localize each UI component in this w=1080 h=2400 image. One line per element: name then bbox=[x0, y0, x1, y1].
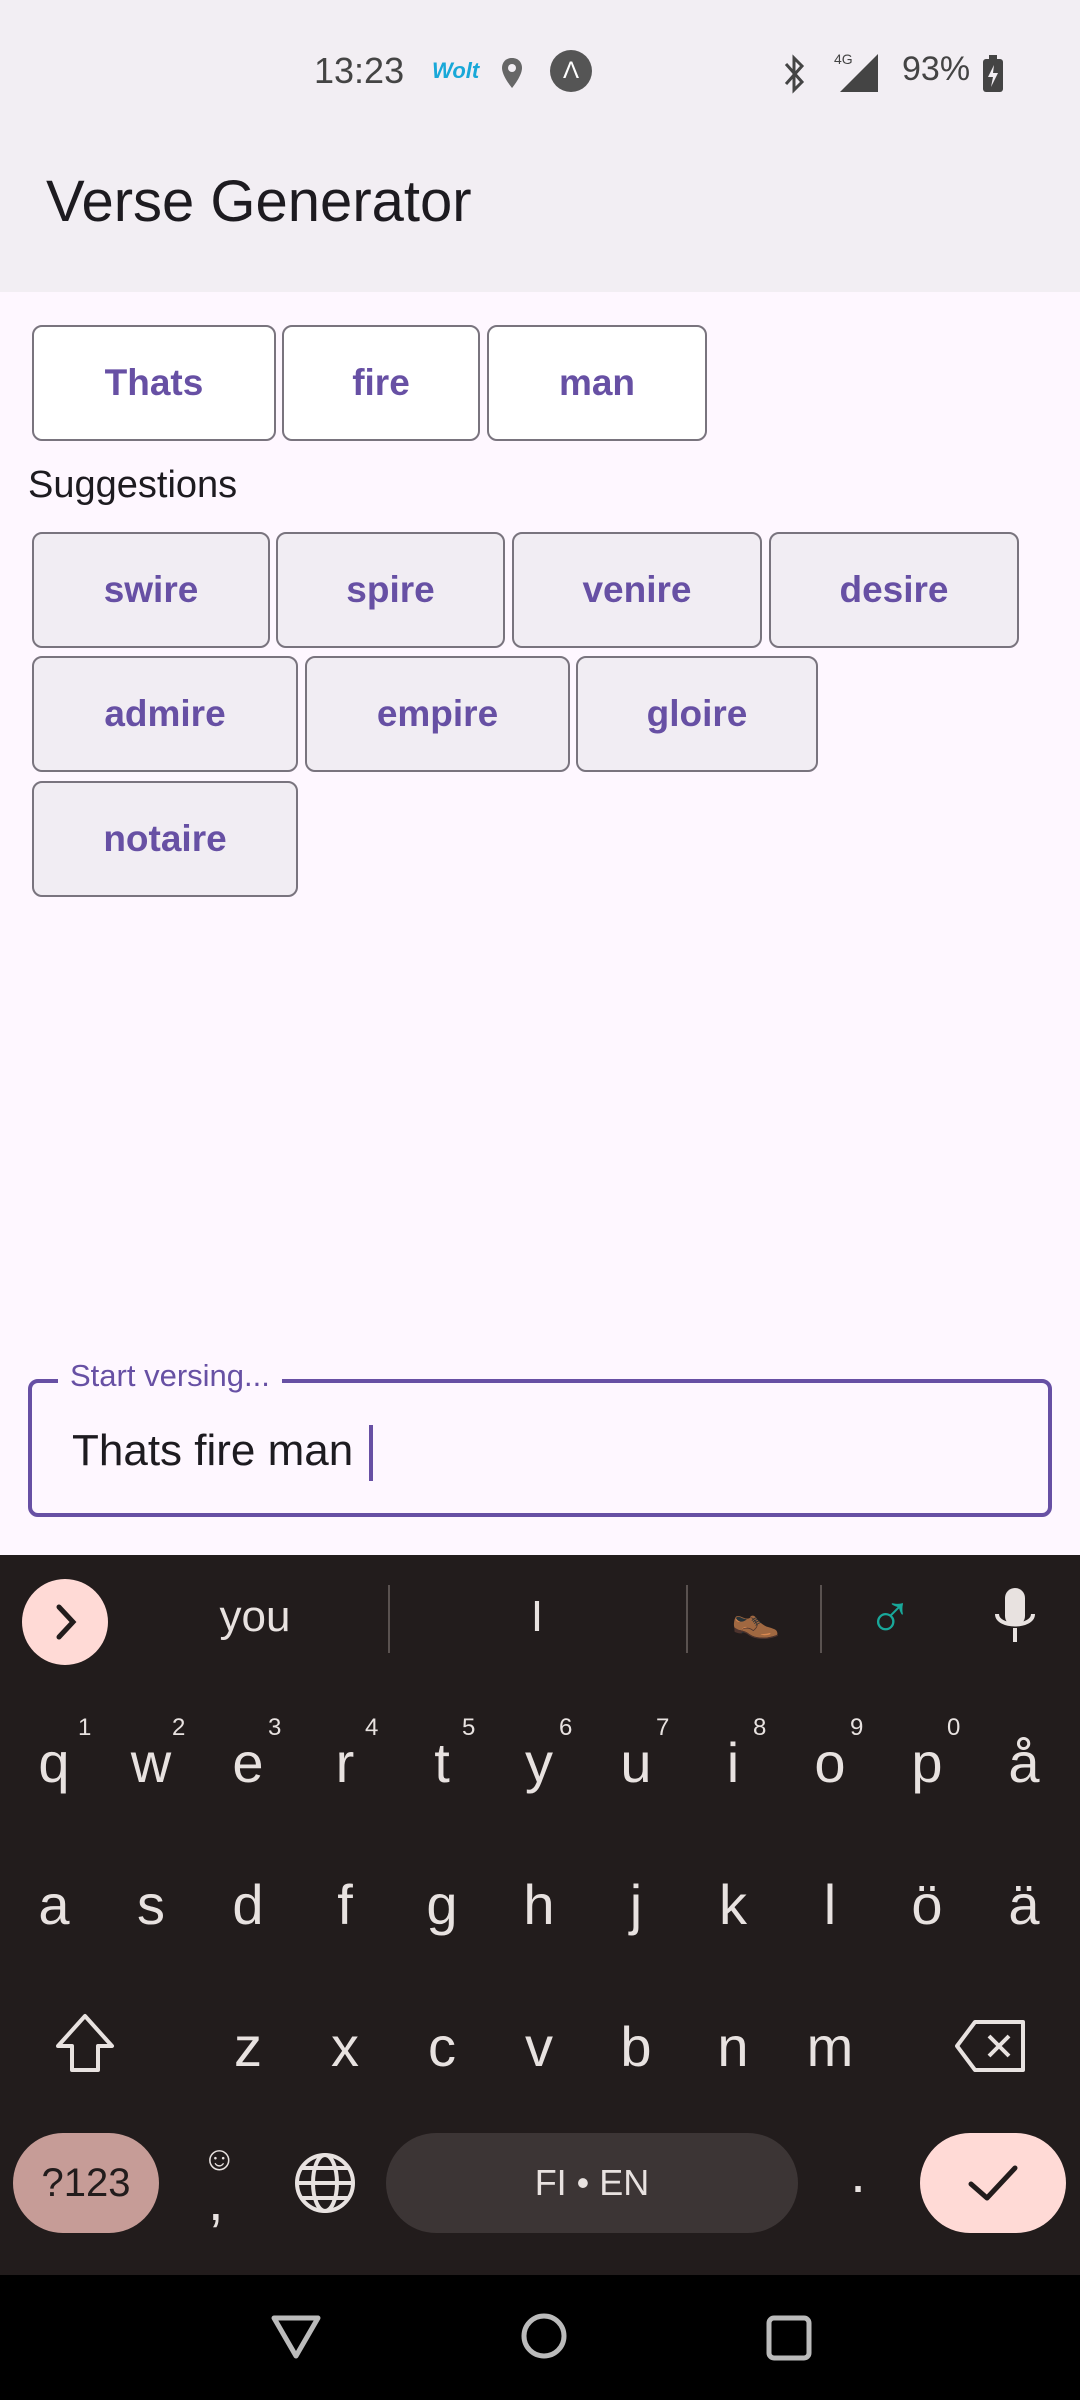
verse-input-value[interactable]: Thats fire man bbox=[72, 1426, 353, 1476]
suggestion-chip[interactable]: spire bbox=[276, 532, 505, 648]
status-time: 13:23 bbox=[314, 50, 405, 91]
emoji-suggestion-shoe[interactable]: 👞 bbox=[706, 1594, 806, 1641]
space-bar[interactable]: FI • EN bbox=[386, 2133, 798, 2233]
key-p[interactable]: p bbox=[879, 1730, 975, 1795]
period-key[interactable]: . bbox=[810, 2140, 906, 2205]
microphone-icon[interactable] bbox=[990, 1584, 1040, 1654]
chevron-right-icon bbox=[56, 1604, 77, 1640]
key-c[interactable]: c bbox=[394, 2014, 490, 2079]
key-z[interactable]: z bbox=[200, 2014, 296, 2079]
suggestion-chip-label: spire bbox=[346, 569, 435, 610]
wolt-notification-icon: Wolt bbox=[432, 58, 480, 83]
checkmark-icon bbox=[968, 2165, 1018, 2201]
suggestion-divider bbox=[686, 1585, 688, 1653]
key-hint: 5 bbox=[462, 1714, 476, 1741]
key-u[interactable]: u bbox=[588, 1730, 684, 1795]
comma-key-label: , bbox=[208, 2169, 224, 2232]
suggestion-chip-label: desire bbox=[839, 569, 949, 610]
network-type: 4G bbox=[834, 51, 853, 67]
emoji-suggestion-male-sign[interactable]: ♂ bbox=[840, 1582, 940, 1653]
suggestion-chip[interactable]: swire bbox=[32, 532, 270, 648]
suggestion-chip[interactable]: venire bbox=[512, 532, 762, 648]
key-s[interactable]: s bbox=[103, 1872, 199, 1937]
key-m[interactable]: m bbox=[782, 2014, 878, 2079]
key-hint: 4 bbox=[365, 1714, 379, 1741]
word-chip-label: man bbox=[558, 362, 636, 403]
signal-icon: 4G bbox=[834, 51, 878, 92]
key-hint: 7 bbox=[656, 1714, 670, 1741]
key-hint: 8 bbox=[753, 1714, 767, 1741]
space-bar-label: FI • EN bbox=[534, 2162, 650, 2203]
key-hint: 6 bbox=[559, 1714, 573, 1741]
suggestion-chip[interactable]: notaire bbox=[32, 781, 298, 897]
key-l[interactable]: l bbox=[782, 1872, 878, 1937]
app-notification-icon: Λ bbox=[550, 50, 592, 92]
symbols-key-label: ?123 bbox=[41, 2160, 131, 2205]
comma-key[interactable]: ☺ , bbox=[190, 2140, 250, 2232]
key-g[interactable]: g bbox=[394, 1872, 490, 1937]
recents-icon[interactable] bbox=[764, 2313, 814, 2363]
bluetooth-icon bbox=[784, 54, 805, 94]
word-chip[interactable]: Thats bbox=[32, 325, 276, 441]
key-v[interactable]: v bbox=[491, 2014, 587, 2079]
key-o-umlaut[interactable]: ö bbox=[879, 1872, 975, 1937]
word-chip-label: Thats bbox=[104, 362, 204, 403]
location-icon bbox=[502, 58, 522, 88]
key-hint: 0 bbox=[947, 1714, 961, 1741]
word-chip[interactable]: man bbox=[487, 325, 707, 441]
home-icon[interactable] bbox=[519, 2311, 569, 2361]
suggestion-chip-label: notaire bbox=[103, 818, 227, 859]
battery-percent: 93% bbox=[902, 50, 971, 88]
key-hint: 3 bbox=[268, 1714, 282, 1741]
key-a-ring[interactable]: å bbox=[976, 1730, 1072, 1795]
keyboard-suggestion[interactable]: you bbox=[150, 1592, 360, 1642]
suggestion-divider bbox=[820, 1585, 822, 1653]
key-hint: 2 bbox=[172, 1714, 186, 1741]
key-k[interactable]: k bbox=[685, 1872, 781, 1937]
suggestion-chip[interactable]: empire bbox=[305, 656, 570, 772]
key-a-umlaut[interactable]: ä bbox=[976, 1872, 1072, 1937]
key-y[interactable]: y bbox=[491, 1730, 587, 1795]
suggestion-chip[interactable]: admire bbox=[32, 656, 298, 772]
key-n[interactable]: n bbox=[685, 2014, 781, 2079]
suggestion-chip-label: gloire bbox=[646, 693, 748, 734]
suggestion-chip-label: venire bbox=[582, 569, 692, 610]
suggestions-heading: Suggestions bbox=[28, 464, 238, 506]
battery-charging-icon bbox=[983, 55, 1003, 92]
key-hint: 9 bbox=[850, 1714, 864, 1741]
enter-key[interactable] bbox=[920, 2133, 1066, 2233]
suggestion-chip[interactable]: desire bbox=[769, 532, 1019, 648]
key-j[interactable]: j bbox=[588, 1872, 684, 1937]
suggestion-divider bbox=[388, 1585, 390, 1653]
verse-input-label: Start versing... bbox=[58, 1358, 282, 1394]
key-r[interactable]: r bbox=[297, 1730, 393, 1795]
key-x[interactable]: x bbox=[297, 2014, 393, 2079]
key-b[interactable]: b bbox=[588, 2014, 684, 2079]
backspace-icon[interactable] bbox=[953, 2016, 1029, 2076]
key-e[interactable]: e bbox=[200, 1730, 296, 1795]
key-hint: 1 bbox=[78, 1714, 92, 1741]
keyboard-expand-button[interactable] bbox=[22, 1579, 108, 1665]
key-i[interactable]: i bbox=[685, 1730, 781, 1795]
suggestion-chip-label: swire bbox=[103, 569, 199, 610]
back-icon[interactable] bbox=[268, 2312, 324, 2362]
word-chip[interactable]: fire bbox=[282, 325, 480, 441]
suggestion-chip-label: empire bbox=[376, 693, 499, 734]
word-chip-label: fire bbox=[352, 362, 410, 403]
suggestion-chip[interactable]: gloire bbox=[576, 656, 818, 772]
key-d[interactable]: d bbox=[200, 1872, 296, 1937]
key-a[interactable]: a bbox=[6, 1872, 102, 1937]
key-h[interactable]: h bbox=[491, 1872, 587, 1937]
key-t[interactable]: t bbox=[394, 1730, 490, 1795]
key-f[interactable]: f bbox=[297, 1872, 393, 1937]
keyboard-suggestion[interactable]: I bbox=[434, 1592, 640, 1642]
text-cursor bbox=[369, 1425, 373, 1481]
key-o[interactable]: o bbox=[782, 1730, 878, 1795]
globe-icon[interactable] bbox=[292, 2150, 358, 2216]
symbols-key[interactable]: ?123 bbox=[13, 2133, 159, 2233]
page-title: Verse Generator bbox=[46, 169, 472, 234]
shift-icon[interactable] bbox=[50, 2008, 120, 2078]
suggestion-chip-label: admire bbox=[104, 693, 226, 734]
